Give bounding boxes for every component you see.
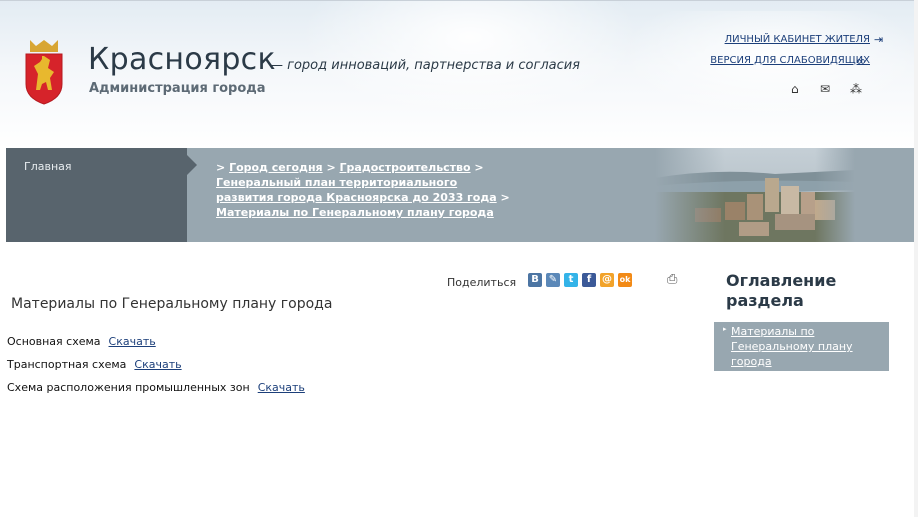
- sidebar-item-materials[interactable]: Материалы по Генеральному плану города: [731, 324, 881, 369]
- sidebar-title: Оглавление раздела: [726, 271, 837, 310]
- list-item: Транспортная схема Скачать: [7, 358, 182, 371]
- twitter-icon[interactable]: t: [564, 273, 578, 287]
- share-label: Поделиться: [447, 276, 517, 289]
- download-link[interactable]: Скачать: [134, 358, 181, 371]
- vkontakte-icon[interactable]: В: [528, 273, 542, 287]
- mailru-icon[interactable]: @: [600, 273, 614, 287]
- breadcrumb-item[interactable]: Город сегодня: [229, 161, 323, 174]
- print-icon[interactable]: ⎙: [667, 272, 677, 287]
- glasses-icon[interactable]: ∞: [856, 54, 866, 68]
- download-link[interactable]: Скачать: [109, 335, 156, 348]
- site-city-name[interactable]: Красноярск: [88, 42, 276, 77]
- bullet-icon: ▸: [723, 325, 727, 333]
- city-emblem-icon[interactable]: [22, 38, 66, 106]
- list-item: Основная схема Скачать: [7, 335, 156, 348]
- breadcrumb-arrow: [187, 155, 197, 175]
- download-link[interactable]: Скачать: [258, 381, 305, 394]
- mail-icon[interactable]: ✉: [820, 82, 830, 96]
- breadcrumb-separator: >: [216, 161, 226, 174]
- breadcrumb-item[interactable]: Градостроительство: [340, 161, 471, 174]
- page-title: Материалы по Генеральному плану города: [11, 296, 333, 312]
- list-item-label: Основная схема: [7, 335, 101, 348]
- breadcrumb-item[interactable]: Генеральный план территориального развит…: [216, 176, 497, 204]
- breadcrumb-item[interactable]: Материалы по Генеральному плану города: [216, 206, 494, 219]
- odnoklassniki-icon[interactable]: ok: [618, 273, 632, 287]
- home-icon[interactable]: ⌂: [791, 82, 799, 96]
- site-slogan: — город инноваций, партнерства и согласи…: [270, 58, 581, 73]
- header-cloud: [620, 11, 918, 121]
- breadcrumb-separator: >: [500, 191, 510, 204]
- facebook-icon[interactable]: f: [582, 273, 596, 287]
- list-item-label: Схема расположения промышленных зон: [7, 381, 250, 394]
- list-item-label: Транспортная схема: [7, 358, 127, 371]
- breadcrumb: > Город сегодня > Градостроительство > Г…: [216, 160, 516, 220]
- breadcrumb-home[interactable]: Главная: [24, 160, 72, 173]
- livejournal-icon[interactable]: ✎: [546, 273, 560, 287]
- breadcrumb-separator: >: [326, 161, 336, 174]
- login-icon[interactable]: ⇥: [874, 33, 883, 46]
- window-edge: [914, 0, 918, 517]
- low-vision-link[interactable]: ВЕРСИЯ ДЛЯ СЛАБОВИДЯЩИХ: [710, 55, 870, 66]
- city-photo: [655, 148, 855, 242]
- site-admin-name[interactable]: Администрация города: [89, 81, 266, 96]
- resident-cabinet-link[interactable]: ЛИЧНЫЙ КАБИНЕТ ЖИТЕЛЯ: [725, 34, 870, 45]
- list-item: Схема расположения промышленных зон Скача…: [7, 381, 305, 394]
- sitemap-icon[interactable]: ⁂: [850, 82, 862, 96]
- breadcrumb-separator: >: [474, 161, 484, 174]
